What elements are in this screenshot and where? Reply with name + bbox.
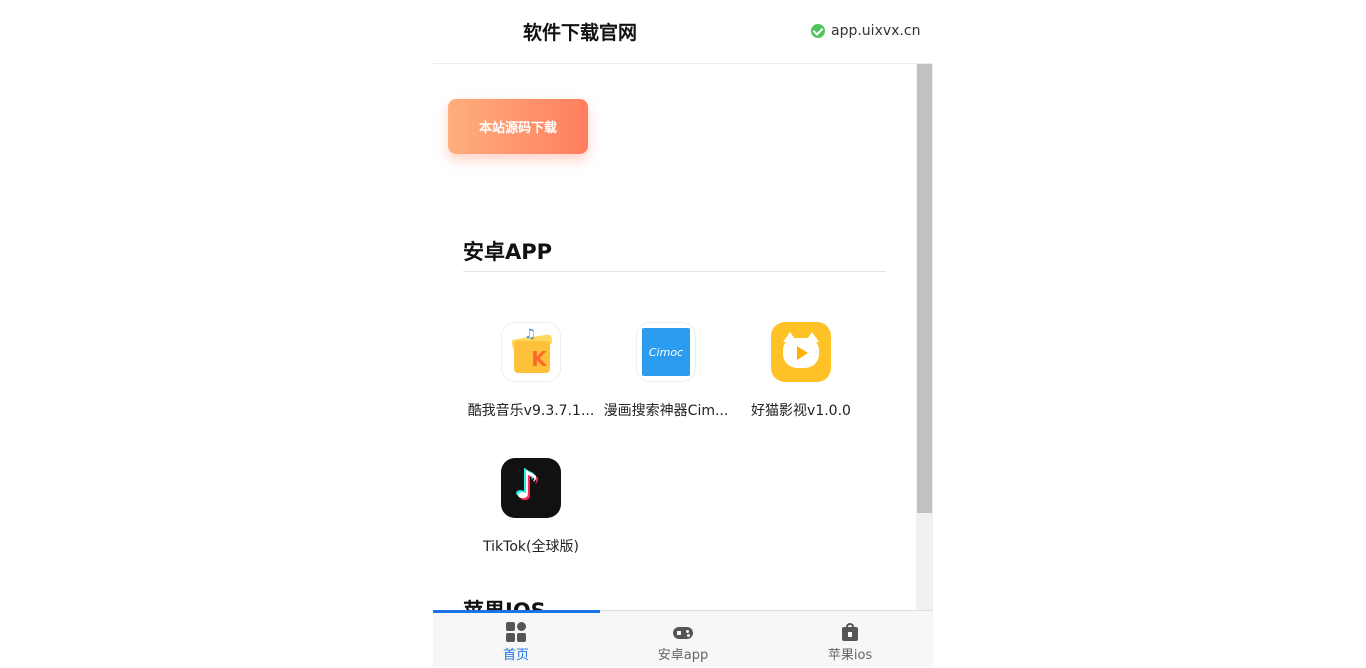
- tiktok-icon: ♪: [501, 458, 561, 518]
- cimoc-icon: Cimoc: [636, 322, 696, 382]
- app-name: 好猫影视v1.0.0: [751, 403, 851, 419]
- app-item-tiktok[interactable]: ♪ TikTok(全球版): [463, 458, 599, 556]
- app-name: 酷我音乐v9.3.7.1...: [467, 403, 595, 419]
- tab-android[interactable]: 安卓app: [600, 611, 766, 668]
- verified-check-icon: [811, 24, 825, 38]
- app-name: TikTok(全球版): [483, 539, 579, 555]
- haomao-cat-icon: [771, 322, 831, 382]
- tab-home[interactable]: 首页: [433, 611, 599, 668]
- tab-label: 首页: [502, 648, 529, 663]
- app-item-haomao[interactable]: 好猫影视v1.0.0: [733, 322, 869, 420]
- source-download-button[interactable]: 本站源码下载: [448, 99, 588, 154]
- tab-label: 苹果ios: [827, 648, 873, 663]
- bottom-tabbar: 首页 安卓app 苹果ios: [433, 610, 933, 667]
- app-name: 漫画搜索神器Cim...: [603, 403, 729, 419]
- scrollbar-thumb[interactable]: [917, 64, 932, 513]
- site-domain[interactable]: app.uixvx.cn: [811, 23, 920, 39]
- ios-section-title: 苹果IOS: [463, 595, 546, 610]
- top-header: 软件下载官网 app.uixvx.cn: [433, 0, 933, 64]
- tab-ios[interactable]: 苹果ios: [767, 611, 933, 668]
- gamepad-icon: [673, 622, 693, 642]
- bag-lock-icon: [840, 622, 860, 642]
- content-viewport[interactable]: 本站源码下载 安卓APP ♫ K 酷我音乐v9.3.7.1... Cimoc 漫…: [433, 64, 933, 610]
- site-title: 软件下载官网: [523, 22, 638, 44]
- app-item-cimoc[interactable]: Cimoc 漫画搜索神器Cim...: [598, 322, 734, 420]
- site-domain-text: app.uixvx.cn: [831, 23, 921, 39]
- app-item-kuwo[interactable]: ♫ K 酷我音乐v9.3.7.1...: [463, 322, 599, 420]
- vertical-scrollbar[interactable]: [916, 64, 933, 610]
- tab-label: 安卓app: [657, 648, 709, 663]
- home-grid-icon: [506, 622, 526, 642]
- kuwo-music-icon: ♫ K: [501, 322, 561, 382]
- android-section-title: 安卓APP: [463, 240, 553, 264]
- section-divider: [463, 271, 886, 272]
